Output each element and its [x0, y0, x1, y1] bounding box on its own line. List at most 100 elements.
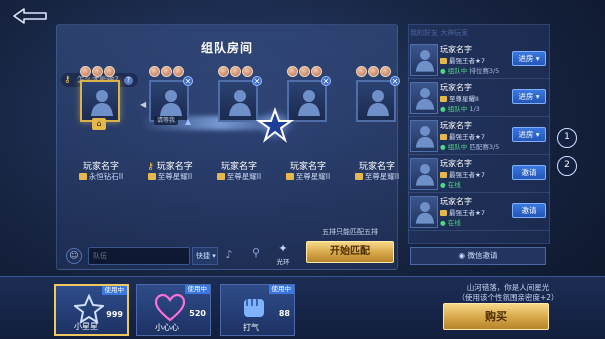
friend-row[interactable]: 玩家名字 至尊星耀II ● 组队中 1/3 进房 ▾ [408, 80, 550, 117]
kick-close-icon[interactable]: ✕ [252, 76, 262, 86]
kick-close-icon[interactable]: ✕ [321, 76, 331, 86]
voice-button[interactable]: ⚲ [248, 244, 264, 262]
rank-badge-icon [78, 173, 87, 180]
emote-icon [287, 66, 298, 77]
emoji-button[interactable]: ☺ [66, 248, 82, 264]
join-room-button[interactable]: 进房 ▾ [512, 51, 546, 66]
aura-label: 光环 [276, 258, 290, 266]
room-owner-home-icon: ⌂ [92, 118, 106, 130]
emote-icon [230, 66, 241, 77]
effect-card[interactable]: 使用中 88 打气 [220, 284, 295, 336]
avatar[interactable] [410, 44, 438, 76]
avatar[interactable] [410, 196, 438, 228]
friend-status: ● 组队中 排位赛3/5 [440, 67, 500, 75]
invite-button[interactable]: 邀请 [512, 203, 546, 218]
five-player-note: 五排只能匹配五排 [322, 228, 378, 236]
buy-button[interactable]: 购买 [443, 303, 549, 330]
aura-button[interactable]: ✦ 光环 [273, 242, 293, 268]
avatar[interactable] [80, 80, 120, 122]
friend-name: 玩家名字 [440, 197, 472, 206]
wechat-invite-button[interactable]: ◉ 微信邀请 [410, 247, 546, 265]
aura-icon: ✦ [278, 242, 288, 255]
friend-rank: 最强王者★7 [440, 207, 485, 217]
start-match-button[interactable]: 开始匹配 [306, 241, 394, 263]
emote-icon [356, 66, 367, 77]
friend-row[interactable]: 玩家名字 最强王者★7 ● 在线 邀请 [408, 156, 550, 193]
friend-rank: 最强王者★7 [440, 169, 485, 179]
microphone-icon: ♪ [225, 248, 233, 261]
emote-icon [311, 66, 322, 77]
avatar[interactable] [356, 80, 396, 122]
page-title: 组队房间 [200, 41, 253, 55]
emote-bubbles [149, 66, 184, 78]
player-rank: 至尊星耀II [139, 171, 201, 182]
effect-count: 999 [106, 310, 123, 319]
kick-close-icon[interactable]: ✕ [390, 76, 400, 86]
team-slot[interactable]: ✕ 玩家名字 至尊星耀II [346, 66, 410, 186]
friend-rank: 最强王者★7 [440, 55, 485, 65]
avatar[interactable] [410, 158, 438, 190]
avatar[interactable] [218, 80, 258, 122]
emote-icon [104, 66, 115, 77]
rank-badge-icon [440, 58, 447, 64]
friend-row[interactable]: 玩家名字 最强王者★7 ● 组队中 匹配赛3/5 进房 ▾ [408, 118, 550, 155]
quick-chat-button[interactable]: 快捷 ▾ [192, 247, 218, 265]
friend-list-header: 我的好友 大神玩家 [410, 29, 469, 37]
team-slot[interactable]: ⌂ 玩家名字 永恒钻石II [70, 66, 134, 186]
smile-icon: ☺ [69, 251, 79, 261]
effect-card[interactable]: 使用中 520 小心心 [136, 284, 211, 336]
emote-icon [380, 66, 391, 77]
friend-rank: 最强王者★7 [440, 131, 485, 141]
status-icon: ● [440, 181, 448, 189]
bell-icon: ▲ [185, 117, 192, 126]
friend-row[interactable]: 玩家名字 最强王者★7 ● 在线 邀请 [408, 194, 550, 231]
join-room-button[interactable]: 进房 ▾ [512, 127, 546, 142]
status-icon: ● [440, 219, 448, 227]
friend-rank: 至尊星耀II [440, 93, 479, 103]
emote-icon [299, 66, 310, 77]
back-button[interactable] [10, 6, 50, 26]
rank-badge-icon [147, 173, 156, 180]
star-effect-icon [255, 106, 295, 144]
rank-badge-icon [440, 134, 447, 140]
player-rank: 至尊星耀II [277, 171, 339, 182]
friend-status: ● 组队中 匹配赛3/5 [440, 143, 500, 151]
emote-icon [92, 66, 103, 77]
chat-input[interactable] [88, 247, 190, 265]
friend-status: ● 在线 [440, 219, 461, 227]
emote-icon [149, 66, 160, 77]
effect-label: 打气 [243, 323, 259, 332]
emote-icon [368, 66, 379, 77]
player-rank: 至尊星耀II [346, 171, 408, 182]
rank-badge-icon [440, 96, 447, 102]
avatar[interactable] [410, 120, 438, 152]
status-icon: ● [440, 105, 448, 113]
player-rank: 永恒钻石II [70, 171, 132, 182]
invite-tag: 请等我 [154, 116, 179, 125]
in-use-badge: 使用中 [184, 285, 210, 294]
effect-count: 88 [278, 309, 290, 318]
join-room-button[interactable]: 进房 ▾ [512, 89, 546, 104]
friend-row[interactable]: 玩家名字 最强王者★7 ● 组队中 排位赛3/5 进房 ▾ [408, 42, 550, 79]
in-use-badge: 使用中 [101, 286, 127, 295]
kick-close-icon[interactable]: ✕ [183, 76, 193, 86]
friend-name: 玩家名字 [440, 159, 472, 168]
rank-badge-icon [440, 172, 447, 178]
emote-icon [80, 66, 91, 77]
team-slot[interactable]: ✕ ◀ 请等我 ▲ ⚷ 玩家名字 至尊星耀II [139, 66, 203, 186]
mic-button[interactable]: ♪ [221, 246, 237, 264]
page-2-button[interactable]: 2 [557, 156, 577, 176]
player-rank: 至尊星耀II [208, 171, 270, 182]
friend-name: 玩家名字 [440, 83, 472, 92]
emote-icon [161, 66, 172, 77]
avatar[interactable] [410, 82, 438, 114]
friend-name: 玩家名字 [440, 45, 472, 54]
invite-button[interactable]: 邀请 [512, 165, 546, 180]
friend-status: ● 在线 [440, 181, 461, 189]
emote-icon [242, 66, 253, 77]
page-1-button[interactable]: 1 [557, 128, 577, 148]
rank-badge-icon [216, 173, 225, 180]
effect-label: 小心心 [155, 323, 179, 332]
effect-card[interactable]: 使用中 999 小星星 [54, 284, 129, 336]
rank-badge-icon [440, 210, 447, 216]
